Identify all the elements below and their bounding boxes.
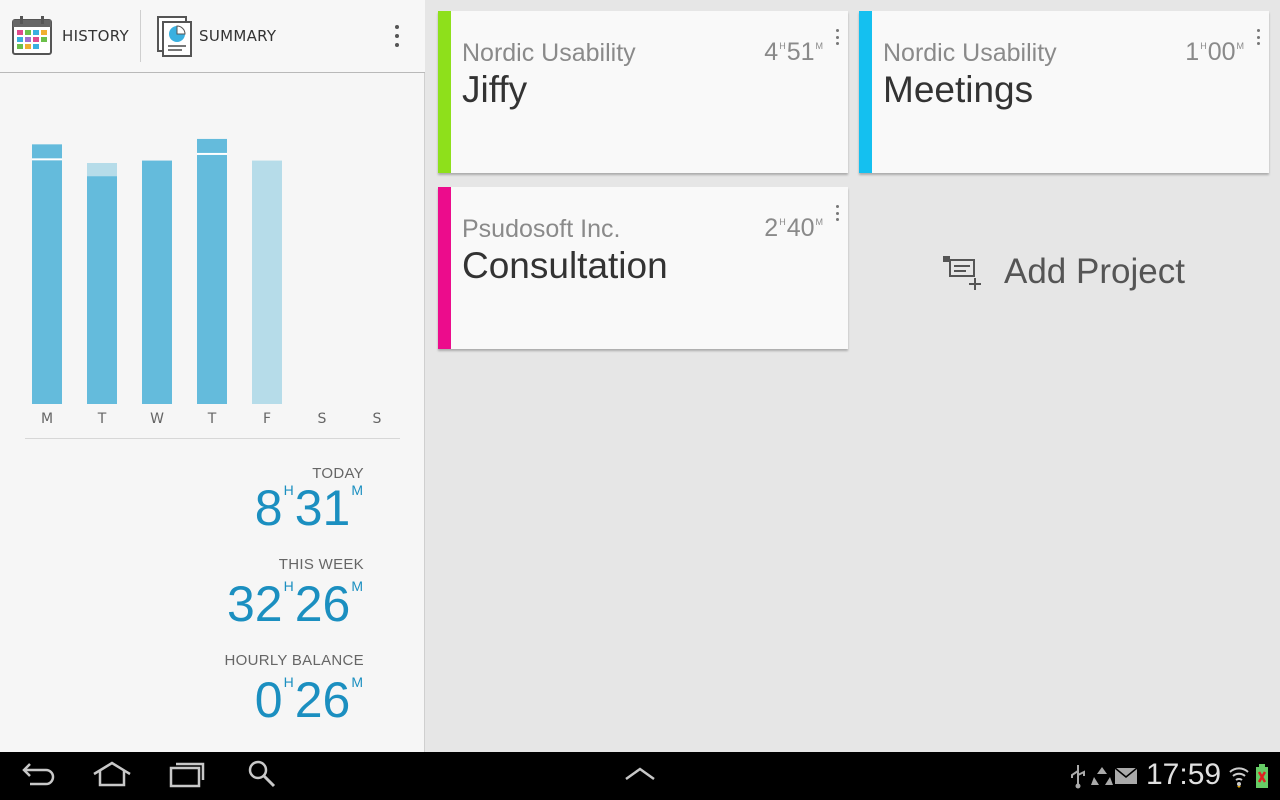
history-label: HISTORY [62,27,129,45]
back-icon [20,760,56,792]
overflow-menu-button[interactable] [386,18,408,54]
hours-unit: H [779,41,786,51]
search-button[interactable] [238,756,286,796]
this-week-value: 32 H 26 M [227,579,364,629]
recent-apps-icon [167,760,207,792]
balance-hours: 0 [254,672,283,728]
chart-bar [142,160,172,404]
back-button[interactable] [14,756,62,796]
system-bar: 17:59 [0,752,1280,800]
chart-divider [25,438,400,439]
week-hours: 32 [226,576,283,632]
project-minutes: 40 [786,214,815,242]
project-time: 4 H 51 M [764,39,824,66]
project-color-stripe [438,187,451,349]
more-vert-icon [835,29,839,45]
minutes-unit: M [1236,41,1245,51]
recent-apps-button[interactable] [163,756,211,796]
chart-day-label: S [318,411,327,427]
chart-target-line [197,152,227,155]
project-minutes: 00 [1207,38,1236,66]
minutes-unit: M [815,41,824,51]
hourly-balance-value: 0 H 26 M [255,675,364,725]
summary-panel: HISTORY SUMMARY M T W T F S S TODAY 8 H … [0,0,425,752]
project-name: Consultation [462,245,668,286]
chart-day-label: M [41,411,53,427]
minutes-unit: M [351,674,363,690]
search-icon [247,759,277,793]
home-icon [90,760,134,792]
chevron-up-icon [623,766,657,786]
chart-day-label: W [150,411,164,427]
project-color-stripe [859,11,872,173]
chart-target-line [32,158,62,161]
today-hours: 8 [254,480,283,536]
project-menu-button[interactable] [832,25,842,49]
add-project-icon [940,252,986,292]
hours-unit: H [283,482,294,498]
today-value: 8 H 31 M [255,483,364,533]
hourly-balance-label: HOURLY BALANCE [224,652,364,669]
minutes-unit: M [351,578,363,594]
project-client: Psudosoft Inc. [462,215,621,243]
toolbar-divider [140,10,141,62]
more-vert-icon [1256,29,1260,45]
chart-bar [32,144,62,404]
wifi-icon [1228,762,1250,790]
sync-icon [1090,762,1114,790]
chart-bar [197,138,227,404]
chart-day-label: T [97,411,107,427]
expand-button[interactable] [616,756,664,796]
calendar-icon [10,14,54,58]
hours-unit: H [283,578,294,594]
minutes-unit: M [815,217,824,227]
project-card-jiffy[interactable]: Nordic Usability Jiffy 4 H 51 M [438,11,848,173]
clock: 17:59 [1146,758,1222,791]
more-vert-icon [395,25,400,47]
project-hours: 1 [1185,38,1200,66]
usb-icon [1068,762,1088,790]
add-project-button[interactable]: Add Project [940,248,1185,296]
action-bar: HISTORY SUMMARY [0,0,425,73]
project-card-meetings[interactable]: Nordic Usability Meetings 1 H 00 M [859,11,1269,173]
hours-unit: H [779,217,786,227]
project-time: 2 H 40 M [764,215,824,242]
chart-bar [87,163,117,404]
chart-day-label: S [373,411,382,427]
chart-bar [252,160,282,404]
project-menu-button[interactable] [832,201,842,225]
today-minutes: 31 [294,480,351,536]
weekly-chart: MTWTFSS [20,100,405,430]
project-client: Nordic Usability [883,39,1057,67]
week-minutes: 26 [294,576,351,632]
project-hours: 2 [764,214,779,242]
project-minutes: 51 [786,38,815,66]
project-menu-button[interactable] [1253,25,1263,49]
project-name: Meetings [883,69,1034,110]
chart-day-label: F [263,411,271,427]
summary-button[interactable]: SUMMARY [155,0,295,72]
hours-unit: H [283,674,294,690]
report-icon [155,14,193,58]
chart-bar-overtime [87,163,117,177]
project-hours: 4 [764,38,779,66]
history-button[interactable]: HISTORY [10,0,140,72]
home-button[interactable] [88,756,136,796]
add-project-label: Add Project [1004,252,1185,291]
mail-icon [1114,762,1138,790]
summary-label: SUMMARY [199,27,277,45]
chart-day-label: T [207,411,217,427]
project-color-stripe [438,11,451,173]
project-card-consultation[interactable]: Psudosoft Inc. Consultation 2 H 40 M [438,187,848,349]
weekly-chart-svg: MTWTFSS [32,138,382,427]
more-vert-icon [835,205,839,221]
project-name: Jiffy [462,69,528,110]
project-client: Nordic Usability [462,39,636,67]
battery-icon [1254,762,1270,790]
hours-unit: H [1200,41,1207,51]
minutes-unit: M [351,482,363,498]
balance-minutes: 26 [294,672,351,728]
project-time: 1 H 00 M [1185,39,1245,66]
this-week-label: THIS WEEK [278,556,364,573]
